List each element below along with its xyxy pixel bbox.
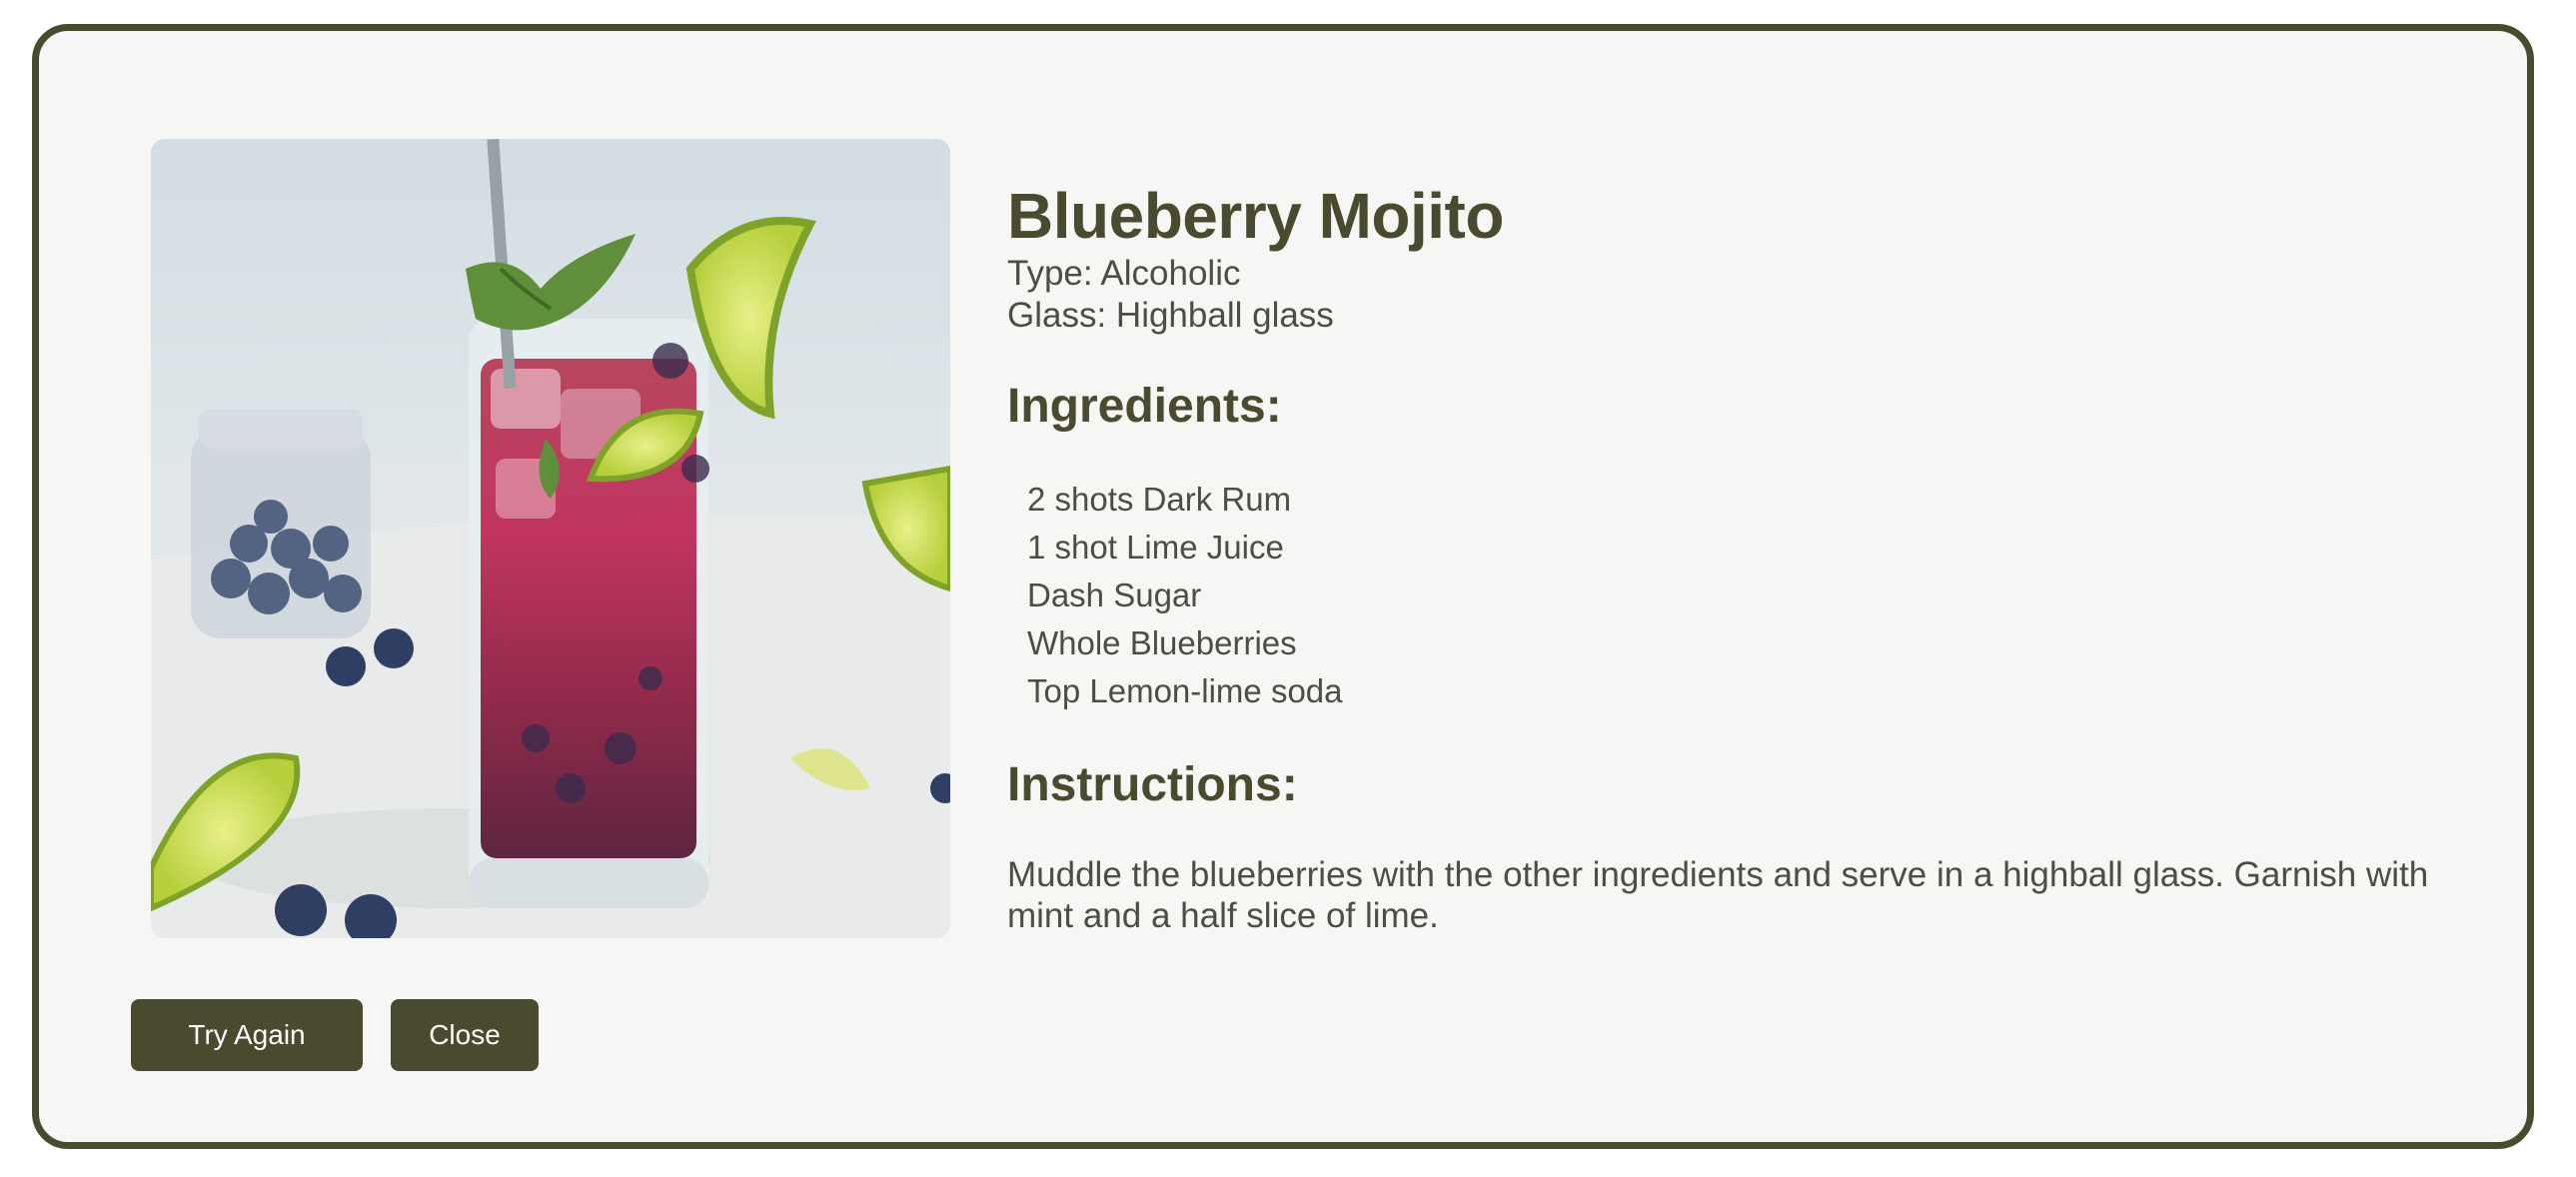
ingredients-list: 2 shots Dark Rum 1 shot Lime Juice Dash …	[1007, 476, 2476, 715]
instructions-text: Muddle the blueberries with the other in…	[1007, 854, 2429, 935]
drink-type: Type: Alcoholic	[1007, 253, 1241, 293]
drink-title: Blueberry Mojito	[1007, 180, 1504, 252]
try-again-button[interactable]: Try Again	[131, 999, 363, 1071]
ingredient-item: Top Lemon-lime soda	[1027, 671, 1343, 709]
ingredient-item: Whole Blueberries	[1027, 623, 1297, 661]
ingredients-heading: Ingredients:	[1007, 379, 1282, 433]
drink-info: Blueberry Mojito Type: Alcoholic Glass: …	[1007, 180, 2476, 936]
ingredient-item: 1 shot Lime Juice	[1027, 528, 1284, 566]
close-button[interactable]: Close	[391, 999, 539, 1071]
ingredient-item: 2 shots Dark Rum	[1027, 480, 1292, 518]
instructions-heading: Instructions:	[1007, 757, 1298, 811]
drink-card: Blueberry Mojito Type: Alcoholic Glass: …	[32, 24, 2534, 1149]
cocktail-image	[151, 139, 950, 938]
ingredient-item: Dash Sugar	[1027, 576, 1202, 613]
drink-glass: Glass: Highball glass	[1007, 295, 1334, 335]
